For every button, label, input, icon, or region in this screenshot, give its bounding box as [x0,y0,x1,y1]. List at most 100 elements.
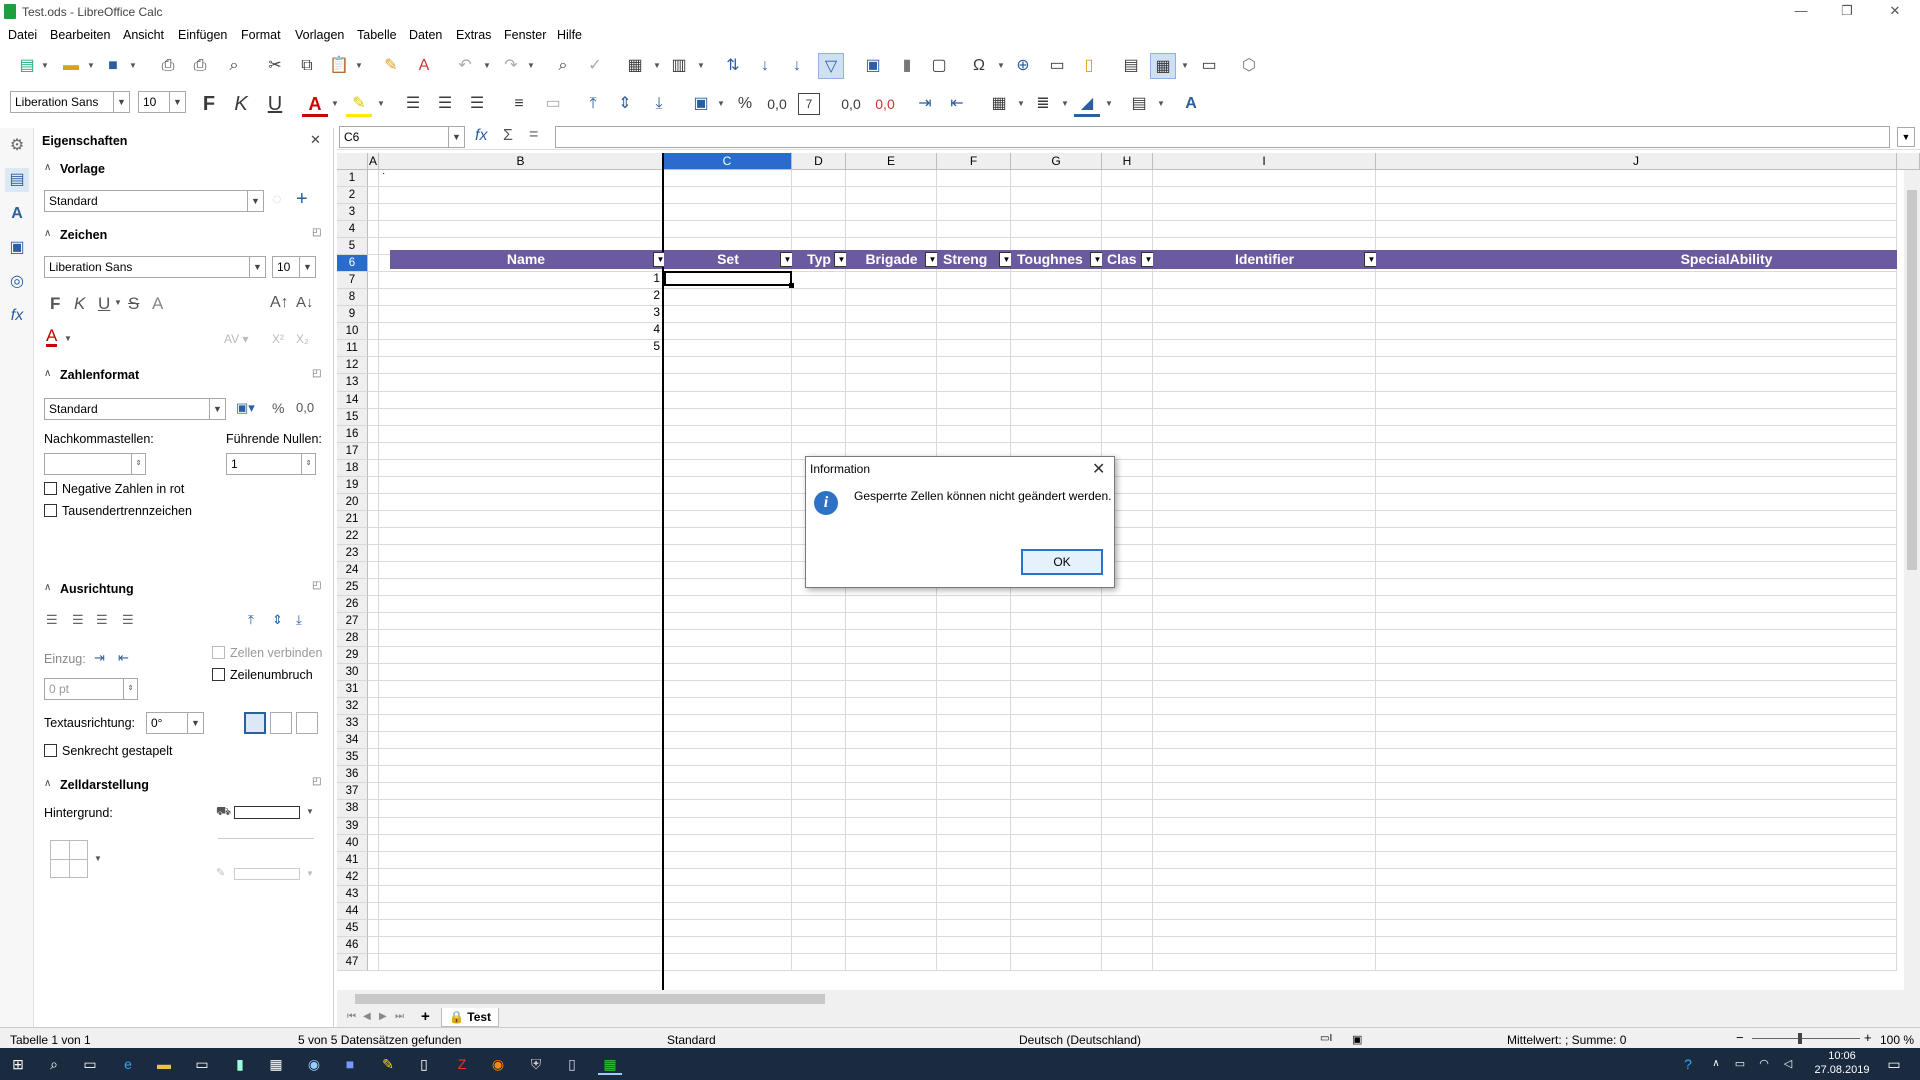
grid-cell[interactable] [792,903,846,920]
grid-cell[interactable] [379,852,663,869]
grid-cell[interactable] [1153,306,1376,323]
app-icon-6[interactable]: ⛨ [524,1053,548,1075]
functions-tab-icon[interactable]: fx [5,304,29,328]
grid-cell[interactable] [663,340,792,357]
grid-cell[interactable] [1153,392,1376,409]
cell-b8[interactable]: 3 [379,305,660,319]
grid-cell[interactable] [663,221,792,238]
grid-cell[interactable] [1011,392,1102,409]
grid-cell[interactable] [368,647,379,664]
autofilter-icon[interactable]: ▽ [818,53,844,79]
grid-cell[interactable] [663,869,792,886]
grid-cell[interactable] [1102,426,1153,443]
grid-cell[interactable] [379,357,663,374]
grid-cell[interactable] [1011,221,1102,238]
grid-cell[interactable] [1153,886,1376,903]
italic-button[interactable]: K [228,91,254,117]
row-header[interactable]: 39 [337,818,368,835]
grid-cell[interactable] [1376,323,1897,340]
cell-b9[interactable]: 4 [379,322,660,336]
row-header[interactable]: 14 [337,392,368,409]
thousands-separator-checkbox[interactable] [44,504,57,517]
grid-cell[interactable] [846,323,937,340]
grid-cell[interactable] [663,630,792,647]
grid-cell[interactable] [1011,272,1102,289]
zoom-out-icon[interactable]: − [1736,1030,1744,1045]
cell-b7[interactable]: 2 [379,288,660,302]
grid-cell[interactable] [368,409,379,426]
grid-cell[interactable] [1011,903,1102,920]
grid-cell[interactable] [1376,357,1897,374]
increase-indent-icon[interactable]: ⇥ [912,91,938,117]
font-color-icon[interactable]: A [302,91,328,117]
grid-cell[interactable] [1102,732,1153,749]
header-footer-icon[interactable]: ▯ [1076,53,1102,79]
chevron-up-icon[interactable]: ∧ [44,368,51,379]
grid-cell[interactable] [846,732,937,749]
grid-cell[interactable] [1153,903,1376,920]
grid-cell[interactable] [846,613,937,630]
grid-cell[interactable] [1153,221,1376,238]
grid-cell[interactable] [792,698,846,715]
help-tray-icon[interactable]: ? [1676,1053,1700,1075]
grid-cell[interactable] [846,289,937,306]
grid-cell[interactable] [1011,869,1102,886]
number-format-box[interactable]: Standard ▼ [44,398,226,420]
wrap-text-icon[interactable]: ≡ [506,91,532,117]
grid-cell[interactable] [379,664,663,681]
text-orientation-slant-icon[interactable] [270,712,292,734]
grid-cell[interactable] [663,698,792,715]
grid-cell[interactable] [846,783,937,800]
row-header[interactable]: 40 [337,835,368,852]
more-options-icon[interactable]: ◰ [312,580,321,591]
row-header[interactable]: 21 [337,511,368,528]
grid-cell[interactable] [937,869,1011,886]
filezilla-icon[interactable]: Z [450,1053,474,1075]
grid-cell[interactable] [937,800,1011,818]
grid-cell[interactable] [1011,596,1102,613]
sidebar-bold-button[interactable]: F [50,294,60,314]
grid-cell[interactable] [1376,783,1897,800]
sidebar-number-icon[interactable]: 0,0 [296,400,314,415]
grid-cell[interactable] [379,886,663,903]
copy-icon[interactable]: ⧉ [294,53,320,79]
currency-format-icon[interactable]: ▣ [688,91,714,117]
grid-cell[interactable] [1011,800,1102,818]
grid-cell[interactable] [379,869,663,886]
grid-cell[interactable] [937,272,1011,289]
chevron-down-icon[interactable]: ▼ [247,191,263,211]
grid-cell[interactable] [379,903,663,920]
highlight-icon[interactable]: ✎ [346,91,372,117]
grid-cell[interactable] [1376,647,1897,664]
grid-cell[interactable] [937,664,1011,681]
text-orientation-box-icon[interactable] [296,712,318,734]
grid-cell[interactable] [1376,562,1897,579]
grid-cell[interactable] [1011,204,1102,221]
grid-cell[interactable] [1376,766,1897,783]
row-header[interactable]: 10 [337,323,368,340]
grid-cell[interactable] [1102,681,1153,698]
grid-cell[interactable] [1011,170,1102,187]
font-name-box[interactable]: Liberation Sans ▼ [10,91,130,113]
app-icon-4[interactable]: ✎ [376,1053,400,1075]
grid-cell[interactable] [663,306,792,323]
grid-cell[interactable] [1102,323,1153,340]
grid-cell[interactable] [1011,715,1102,732]
sort-ascending-icon[interactable]: ↓ [752,53,778,79]
grid-cell[interactable] [792,170,846,187]
grid-cell[interactable] [1102,187,1153,204]
grid-cell[interactable] [1376,289,1897,306]
grid-cell[interactable] [1376,835,1897,852]
sidebar-underline-button[interactable]: U [98,294,110,314]
grid-cell[interactable] [368,221,379,238]
grid-cell[interactable] [792,630,846,647]
prev-sheet-icon[interactable]: ◀ [363,1011,371,1022]
grid-cell[interactable] [1153,869,1376,886]
paste-dropdown-icon[interactable]: ▼ [354,53,364,79]
grid-cell[interactable] [379,374,663,392]
align-right-icon[interactable]: ☰ [464,91,490,117]
grid-cell[interactable] [846,170,937,187]
chevron-down-icon[interactable]: ▼ [113,92,129,112]
grid-cell[interactable] [1376,443,1897,460]
app-icon-5[interactable]: ▯ [412,1053,436,1075]
